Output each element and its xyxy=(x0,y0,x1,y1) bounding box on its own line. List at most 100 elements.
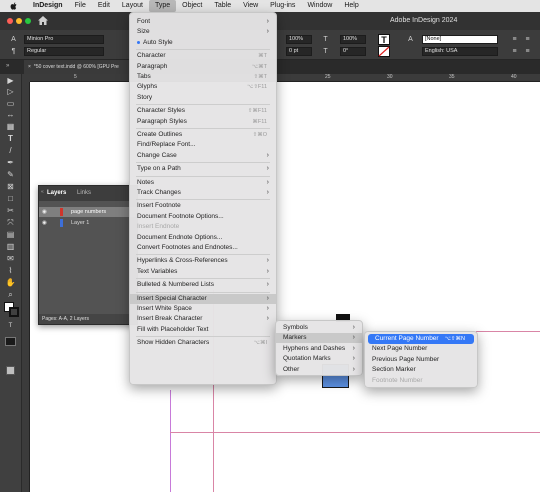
horizontal-ruler[interactable]: 5 25 30 35 40 xyxy=(30,74,540,82)
visibility-eye-icon[interactable]: ◉ xyxy=(42,218,47,228)
align-center-icon[interactable]: ≡ xyxy=(523,35,532,44)
note-tool-icon[interactable]: ✉ xyxy=(5,254,16,263)
type-tool-icon[interactable]: T xyxy=(5,134,16,143)
menu-item-auto-style[interactable]: Auto Style xyxy=(130,38,276,48)
direct-selection-tool-icon[interactable]: ▷ xyxy=(5,87,16,96)
menu-edit[interactable]: Edit xyxy=(92,0,116,12)
menu-item-symbols[interactable]: Symbols › xyxy=(276,323,362,333)
pen-tool-icon[interactable]: ✒ xyxy=(5,158,16,167)
fill-text-color-swatch[interactable]: T xyxy=(378,34,390,45)
menu-file[interactable]: File xyxy=(69,0,92,12)
menu-object[interactable]: Object xyxy=(176,0,208,12)
character-formatting-icon[interactable]: A xyxy=(9,35,18,44)
vertical-ruler[interactable] xyxy=(22,82,30,492)
preview-mode-icon[interactable] xyxy=(6,366,15,375)
pencil-tool-icon[interactable]: ✎ xyxy=(5,170,16,179)
menu-item-character-styles[interactable]: Character Styles ⇧⌘F11 xyxy=(130,106,276,116)
menu-item-fill-with-placeholder-text[interactable]: Fill with Placeholder Text xyxy=(130,325,276,335)
menu-help[interactable]: Help xyxy=(338,0,364,12)
align-left-icon[interactable]: ≡ xyxy=(510,35,519,44)
menu-item-create-outlines[interactable]: Create Outlines ⇧⌘O xyxy=(130,130,276,140)
zoom-tool-icon[interactable]: ⌕ xyxy=(5,290,16,299)
menu-item-change-case[interactable]: Change Case › xyxy=(130,151,276,161)
menu-item-insert-white-space[interactable]: Insert White Space › xyxy=(130,304,276,314)
line-tool-icon[interactable]: / xyxy=(5,146,16,155)
menu-item-current-page-number[interactable]: Current Page Number ⌥⇧⌘N xyxy=(368,334,474,344)
menu-item-convert-footnotes-and-endnotes[interactable]: Convert Footnotes and Endnotes... xyxy=(130,243,276,253)
home-icon[interactable] xyxy=(38,16,48,25)
visibility-eye-icon[interactable]: ◉ xyxy=(42,207,47,217)
menu-type[interactable]: Type xyxy=(148,0,177,12)
paragraph-formatting-icon[interactable]: ¶ xyxy=(9,47,18,56)
menu-item-notes[interactable]: Notes › xyxy=(130,178,276,188)
menu-item-section-marker[interactable]: Section Marker xyxy=(365,365,477,375)
menu-item-type-on-a-path[interactable]: Type on a Path › xyxy=(130,164,276,174)
close-window-button[interactable] xyxy=(7,18,13,24)
ruler-origin[interactable] xyxy=(22,74,30,82)
menu-item-insert-special-character[interactable]: Insert Special Character › xyxy=(130,293,276,304)
menu-table[interactable]: Table xyxy=(208,0,237,12)
eyedropper-tool-icon[interactable]: ⌇ xyxy=(5,266,16,275)
page-tool-icon[interactable]: ▭ xyxy=(5,99,16,108)
menu-item-markers[interactable]: Markers › xyxy=(276,333,362,344)
gradient-feather-tool-icon[interactable]: ▥ xyxy=(5,242,16,251)
menu-item-paragraph-styles[interactable]: Paragraph Styles ⌘F11 xyxy=(130,117,276,127)
menu-item-insert-footnote[interactable]: Insert Footnote xyxy=(130,201,276,211)
menu-item-quotation-marks[interactable]: Quotation Marks › xyxy=(276,354,362,364)
menu-item-size[interactable]: Size › xyxy=(130,27,276,37)
minimize-window-button[interactable] xyxy=(16,18,22,24)
menu-item-story[interactable]: Story xyxy=(130,93,276,103)
menu-item-paragraph[interactable]: Paragraph ⌥⌘T xyxy=(130,62,276,72)
menu-layout[interactable]: Layout xyxy=(116,0,149,12)
menu-item-hyperlinks-and-cross-references[interactable]: Hyperlinks & Cross-References › xyxy=(130,256,276,266)
menu-item-document-footnote-options[interactable]: Document Footnote Options... xyxy=(130,212,276,222)
language-field[interactable]: English: USA xyxy=(422,47,498,56)
content-collector-icon[interactable]: ▦ xyxy=(5,122,16,131)
align-justify-icon[interactable]: ≡ xyxy=(510,47,519,56)
horizontal-scale-field[interactable]: 100% xyxy=(340,35,366,44)
align-right-icon[interactable]: ≡ xyxy=(523,47,532,56)
menu-item-text-variables[interactable]: Text Variables › xyxy=(130,267,276,277)
collapse-panels-icon[interactable]: » xyxy=(6,63,9,69)
normal-mode-icon[interactable] xyxy=(5,337,16,346)
formatting-affects-text-icon[interactable]: T xyxy=(5,322,16,331)
menu-item-find-replace-font[interactable]: Find/Replace Font... xyxy=(130,140,276,150)
gradient-swatch-tool-icon[interactable]: ▤ xyxy=(5,230,16,239)
menu-item-glyphs[interactable]: Glyphs ⌥⇧F11 xyxy=(130,82,276,92)
tab-layers[interactable]: Layers xyxy=(47,190,66,196)
zoom-window-button[interactable] xyxy=(25,18,31,24)
menu-plugins[interactable]: Plug-ins xyxy=(264,0,301,12)
menu-item-document-endnote-options[interactable]: Document Endnote Options... xyxy=(130,233,276,243)
menu-view[interactable]: View xyxy=(237,0,264,12)
skew-field[interactable]: 0° xyxy=(340,47,366,56)
stroke-swatch[interactable] xyxy=(9,307,19,317)
menu-item-bulleted-and-numbered-lists[interactable]: Bulleted & Numbered Lists › xyxy=(130,280,276,290)
free-transform-tool-icon[interactable]: ⤧ xyxy=(5,218,16,227)
menu-window[interactable]: Window xyxy=(301,0,338,12)
hand-tool-icon[interactable]: ✋ xyxy=(5,278,16,287)
stroke-none-swatch[interactable] xyxy=(378,46,390,57)
vertical-scale-field[interactable]: 100% xyxy=(286,35,312,44)
menu-item-track-changes[interactable]: Track Changes › xyxy=(130,188,276,198)
menu-item-character[interactable]: Character ⌘T xyxy=(130,51,276,61)
menu-item-font[interactable]: Font › xyxy=(130,17,276,27)
gap-tool-icon[interactable]: ↔ xyxy=(5,110,16,119)
apple-logo-icon[interactable] xyxy=(9,2,19,10)
menu-item-hyphens-and-dashes[interactable]: Hyphens and Dashes › xyxy=(276,344,362,354)
font-style-field[interactable]: Regular xyxy=(24,47,104,56)
rectangle-tool-icon[interactable]: □ xyxy=(5,194,16,203)
close-tab-icon[interactable]: × xyxy=(28,64,31,70)
layer-row[interactable]: ◉ Layer 1 xyxy=(39,218,137,228)
panel-collapse-icon[interactable]: « xyxy=(41,189,44,195)
scissors-tool-icon[interactable]: ✂ xyxy=(5,206,16,215)
character-style-field[interactable]: [None] xyxy=(422,35,498,44)
menu-item-previous-page-number[interactable]: Previous Page Number xyxy=(365,355,477,365)
rectangle-frame-tool-icon[interactable]: ⊠ xyxy=(5,182,16,191)
tab-links[interactable]: Links xyxy=(77,190,91,196)
menu-item-show-hidden-characters[interactable]: Show Hidden Characters ⌥⌘I xyxy=(130,338,276,348)
menu-indesign[interactable]: InDesign xyxy=(27,0,69,12)
menu-item-other[interactable]: Other › xyxy=(276,365,362,375)
font-family-field[interactable]: Minion Pro xyxy=(24,35,104,44)
baseline-shift-field[interactable]: 0 pt xyxy=(286,47,312,56)
menu-item-insert-break-character[interactable]: Insert Break Character › xyxy=(130,314,276,324)
